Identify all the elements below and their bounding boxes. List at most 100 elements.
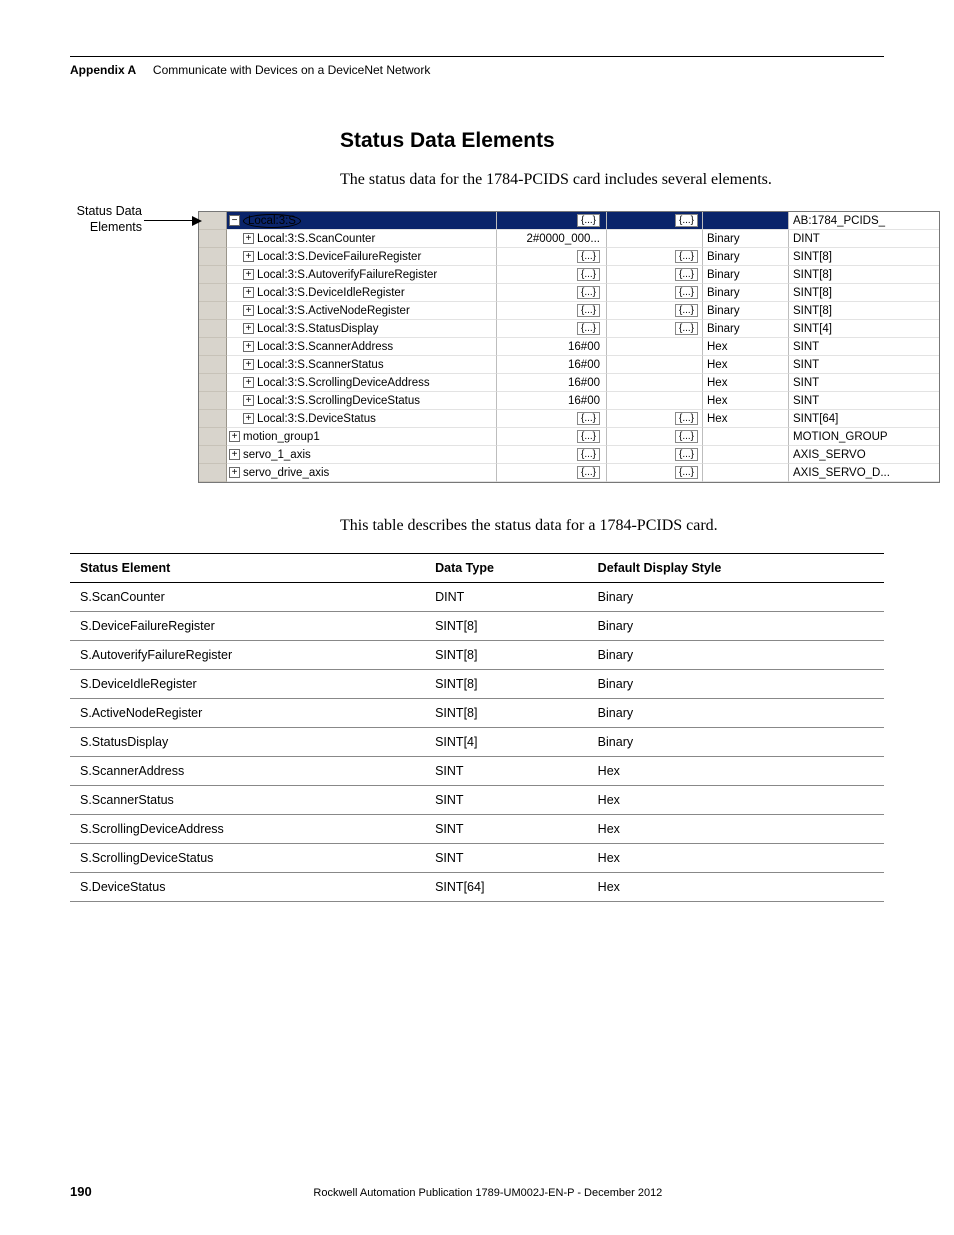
force-cell[interactable] bbox=[607, 374, 703, 392]
style-cell[interactable]: Binary bbox=[703, 266, 789, 284]
force-cell[interactable] bbox=[607, 392, 703, 410]
tag-name-cell[interactable]: +Local:3:S.ScrollingDeviceStatus bbox=[227, 392, 497, 410]
value-cell[interactable]: {...} bbox=[497, 464, 607, 482]
tag-row[interactable]: +motion_group1{...}{...}MOTION_GROUP bbox=[199, 428, 939, 446]
expand-value-icon[interactable]: {...} bbox=[675, 412, 698, 425]
value-cell[interactable]: {...} bbox=[497, 410, 607, 428]
expand-value-icon[interactable]: {...} bbox=[675, 430, 698, 443]
expand-icon[interactable]: + bbox=[243, 377, 254, 388]
tag-row[interactable]: +Local:3:S.AutoverifyFailureRegister {...… bbox=[199, 266, 939, 284]
force-cell[interactable] bbox=[607, 356, 703, 374]
expand-value-icon[interactable]: {...} bbox=[675, 214, 698, 227]
force-cell[interactable]: {...} bbox=[607, 320, 703, 338]
style-cell[interactable]: Binary bbox=[703, 302, 789, 320]
expand-value-icon[interactable]: {...} bbox=[675, 304, 698, 317]
value-cell[interactable]: {...} bbox=[497, 266, 607, 284]
expand-icon[interactable]: + bbox=[229, 449, 240, 460]
tag-row[interactable]: +Local:3:S.ScanCounter2#0000_000... Binar… bbox=[199, 230, 939, 248]
tag-name-cell[interactable]: +Local:3:S.DeviceIdleRegister bbox=[227, 284, 497, 302]
value-cell[interactable]: {...} bbox=[497, 248, 607, 266]
tag-row[interactable]: +Local:3:S.ScannerAddress16#00HexSINT bbox=[199, 338, 939, 356]
force-cell[interactable]: {...} bbox=[607, 464, 703, 482]
expand-value-icon[interactable]: {...} bbox=[577, 268, 600, 281]
tag-row[interactable]: +Local:3:S.ScrollingDeviceAddress16#00He… bbox=[199, 374, 939, 392]
expand-icon[interactable]: + bbox=[229, 467, 240, 478]
expand-value-icon[interactable]: {...} bbox=[577, 466, 600, 479]
tag-name-cell[interactable]: +Local:3:S.ScannerStatus bbox=[227, 356, 497, 374]
value-cell[interactable]: {...} bbox=[497, 320, 607, 338]
tag-name-cell[interactable]: −Local:3:S bbox=[227, 212, 497, 230]
style-cell[interactable] bbox=[703, 212, 789, 230]
collapse-icon[interactable]: − bbox=[229, 215, 240, 226]
tag-name-cell[interactable]: +Local:3:S.DeviceStatus bbox=[227, 410, 497, 428]
tag-name-cell[interactable]: +Local:3:S.ScannerAddress bbox=[227, 338, 497, 356]
tag-row[interactable]: +Local:3:S.DeviceStatus{...}{...}HexSINT… bbox=[199, 410, 939, 428]
expand-value-icon[interactable]: {...} bbox=[577, 430, 600, 443]
expand-value-icon[interactable]: {...} bbox=[675, 322, 698, 335]
style-cell[interactable]: Hex bbox=[703, 356, 789, 374]
force-cell[interactable]: {...} bbox=[607, 428, 703, 446]
expand-icon[interactable]: + bbox=[243, 359, 254, 370]
style-cell[interactable] bbox=[703, 428, 789, 446]
tag-row[interactable]: −Local:3:S{...}{...}AB:1784_PCIDS_ bbox=[199, 212, 939, 230]
value-cell[interactable]: {...} bbox=[497, 428, 607, 446]
tag-row[interactable]: +Local:3:S.DeviceFailureRegister {...} {..… bbox=[199, 248, 939, 266]
expand-icon[interactable]: + bbox=[243, 395, 254, 406]
value-cell[interactable]: 16#00 bbox=[497, 374, 607, 392]
expand-value-icon[interactable]: {...} bbox=[675, 286, 698, 299]
force-cell[interactable]: {...} bbox=[607, 446, 703, 464]
tag-row[interactable]: +Local:3:S.DeviceIdleRegister {...} {...} B… bbox=[199, 284, 939, 302]
tag-row[interactable]: +servo_1_axis{...}{...}AXIS_SERVO bbox=[199, 446, 939, 464]
value-cell[interactable]: {...} bbox=[497, 302, 607, 320]
expand-icon[interactable]: + bbox=[243, 269, 254, 280]
tag-name-cell[interactable]: +servo_drive_axis bbox=[227, 464, 497, 482]
tag-name-cell[interactable]: +servo_1_axis bbox=[227, 446, 497, 464]
expand-value-icon[interactable]: {...} bbox=[577, 250, 600, 263]
force-cell[interactable]: {...} bbox=[607, 410, 703, 428]
expand-value-icon[interactable]: {...} bbox=[675, 250, 698, 263]
expand-value-icon[interactable]: {...} bbox=[577, 304, 600, 317]
tag-row[interactable]: +Local:3:S.ActiveNodeRegister {...} {...} B… bbox=[199, 302, 939, 320]
expand-value-icon[interactable]: {...} bbox=[675, 268, 698, 281]
value-cell[interactable]: 16#00 bbox=[497, 338, 607, 356]
force-cell[interactable]: {...} bbox=[607, 266, 703, 284]
expand-icon[interactable]: + bbox=[243, 287, 254, 298]
style-cell[interactable]: Binary bbox=[703, 284, 789, 302]
force-cell[interactable]: {...} bbox=[607, 302, 703, 320]
expand-icon[interactable]: + bbox=[229, 431, 240, 442]
expand-icon[interactable]: + bbox=[243, 341, 254, 352]
tag-row[interactable]: +Local:3:S.ScannerStatus16#00HexSINT bbox=[199, 356, 939, 374]
expand-value-icon[interactable]: {...} bbox=[577, 286, 600, 299]
style-cell[interactable]: Binary bbox=[703, 248, 789, 266]
tag-name-cell[interactable]: +Local:3:S.DeviceFailureRegister bbox=[227, 248, 497, 266]
value-cell[interactable]: {...} bbox=[497, 446, 607, 464]
expand-value-icon[interactable]: {...} bbox=[577, 412, 600, 425]
tag-name-cell[interactable]: +Local:3:S.AutoverifyFailureRegister bbox=[227, 266, 497, 284]
force-cell[interactable] bbox=[607, 230, 703, 248]
tag-row[interactable]: +Local:3:S.ScrollingDeviceStatus16#00Hex… bbox=[199, 392, 939, 410]
tag-row[interactable]: +servo_drive_axis{...}{...}AXIS_SERVO_D.… bbox=[199, 464, 939, 482]
tag-name-cell[interactable]: +Local:3:S.ScanCounter bbox=[227, 230, 497, 248]
style-cell[interactable]: Hex bbox=[703, 392, 789, 410]
expand-icon[interactable]: + bbox=[243, 251, 254, 262]
tag-row[interactable]: +Local:3:S.StatusDisplay{...}{...}Binary… bbox=[199, 320, 939, 338]
expand-value-icon[interactable]: {...} bbox=[675, 448, 698, 461]
value-cell[interactable]: 2#0000_000... bbox=[497, 230, 607, 248]
value-cell[interactable]: {...} bbox=[497, 212, 607, 230]
expand-icon[interactable]: + bbox=[243, 305, 254, 316]
force-cell[interactable]: {...} bbox=[607, 212, 703, 230]
value-cell[interactable]: 16#00 bbox=[497, 356, 607, 374]
expand-value-icon[interactable]: {...} bbox=[577, 322, 600, 335]
expand-value-icon[interactable]: {...} bbox=[577, 214, 600, 227]
force-cell[interactable] bbox=[607, 338, 703, 356]
expand-icon[interactable]: + bbox=[243, 233, 254, 244]
style-cell[interactable] bbox=[703, 464, 789, 482]
expand-icon[interactable]: + bbox=[243, 413, 254, 424]
style-cell[interactable]: Hex bbox=[703, 374, 789, 392]
expand-value-icon[interactable]: {...} bbox=[577, 448, 600, 461]
tag-name-cell[interactable]: +Local:3:S.ActiveNodeRegister bbox=[227, 302, 497, 320]
tag-name-cell[interactable]: +Local:3:S.StatusDisplay bbox=[227, 320, 497, 338]
style-cell[interactable]: Hex bbox=[703, 338, 789, 356]
style-cell[interactable]: Binary bbox=[703, 230, 789, 248]
tag-name-cell[interactable]: +motion_group1 bbox=[227, 428, 497, 446]
